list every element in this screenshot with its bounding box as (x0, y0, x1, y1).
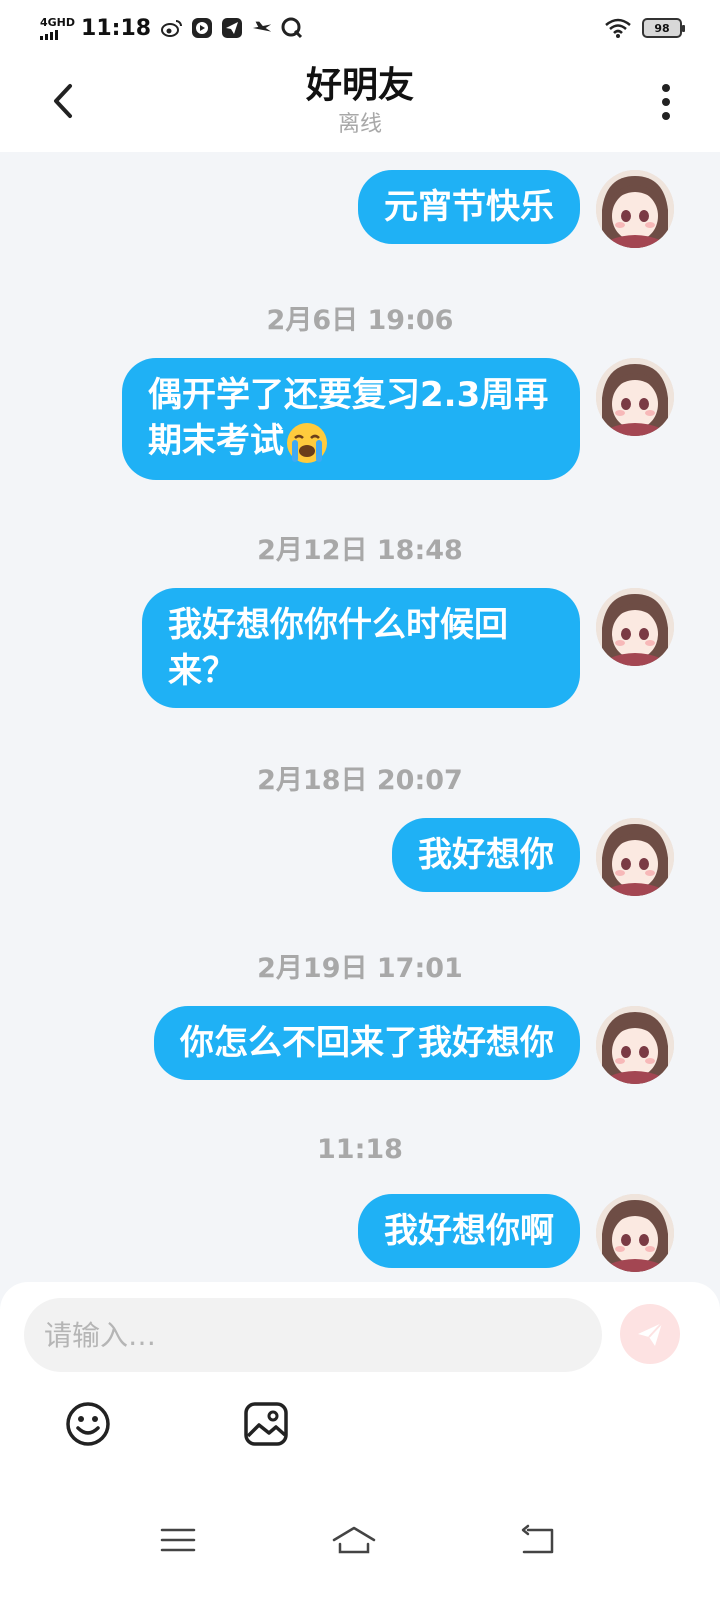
timestamp: 2月19日 17:01 (257, 953, 463, 984)
smiley-icon[interactable] (64, 1400, 112, 1448)
telegram-icon (221, 17, 243, 39)
message-bubble[interactable]: 我好想你 (392, 818, 580, 892)
back-icon[interactable] (518, 1520, 558, 1560)
message-bubble[interactable]: 我好想你你什么时候回来？ (142, 588, 580, 708)
send-button[interactable] (620, 1304, 680, 1364)
menu-icon[interactable] (158, 1520, 198, 1560)
avatar[interactable] (596, 588, 674, 666)
more-vertical-icon[interactable] (656, 82, 676, 122)
message-bubble[interactable]: 你怎么不回来了我好想你 (154, 1006, 580, 1080)
avatar[interactable] (596, 358, 674, 436)
image-icon[interactable] (242, 1400, 290, 1448)
battery-icon: 98 (642, 18, 685, 38)
notification-icons (161, 17, 303, 39)
message-bubble[interactable]: 我好想你啊 (358, 1194, 580, 1268)
message-text: 我好想你你什么时候回来？ (168, 605, 508, 691)
video-icon (191, 17, 213, 39)
message-bubble[interactable]: 元宵节快乐 (358, 170, 580, 244)
timestamp: 2月12日 18:48 (257, 535, 463, 566)
status-time: 11:18 (81, 15, 152, 41)
contact-status: 离线 (337, 112, 382, 137)
status-right: 98 (604, 17, 685, 39)
status-bar: 4GHD 11:18 98 (0, 0, 720, 56)
title-block: 好明友 离线 (0, 62, 720, 140)
timestamp: 2月6日 19:06 (266, 305, 454, 336)
loudly-crying-face-icon (287, 422, 327, 463)
message-text: 我好想你 (418, 835, 554, 875)
signal-bars-icon (40, 29, 75, 40)
message-text: 偶开学了还要复习2.3周再期末考试 (148, 375, 549, 461)
avatar[interactable] (596, 170, 674, 248)
avatar[interactable] (596, 1006, 674, 1084)
airplane-icon (251, 17, 273, 39)
search-q-icon (281, 17, 303, 39)
chat-header: 好明友 离线 (0, 56, 720, 152)
battery-level: 98 (654, 21, 670, 35)
weibo-icon (161, 17, 183, 39)
contact-name: 好明友 (305, 65, 414, 106)
home-icon[interactable] (330, 1520, 378, 1560)
wifi-icon (605, 18, 631, 38)
send-icon (638, 1322, 663, 1346)
message-text: 我好想你啊 (384, 1211, 554, 1251)
system-nav-bar (0, 1500, 720, 1600)
timestamp: 2月18日 20:07 (257, 765, 463, 796)
avatar[interactable] (596, 1194, 674, 1272)
message-list[interactable]: 元宵节快乐 2月6日 19:06 偶开学了还要复习2.3周再期末考试 2月12日… (0, 152, 720, 1280)
network-type: 4GHD (40, 15, 76, 29)
message-text: 元宵节快乐 (384, 187, 554, 227)
message-input[interactable] (24, 1298, 602, 1372)
avatar[interactable] (596, 818, 674, 896)
signal-indicator: 4GHD (40, 17, 75, 40)
message-bubble[interactable]: 偶开学了还要复习2.3周再期末考试 (122, 358, 580, 480)
timestamp: 11:18 (317, 1134, 403, 1165)
message-text: 你怎么不回来了我好想你 (180, 1023, 554, 1063)
